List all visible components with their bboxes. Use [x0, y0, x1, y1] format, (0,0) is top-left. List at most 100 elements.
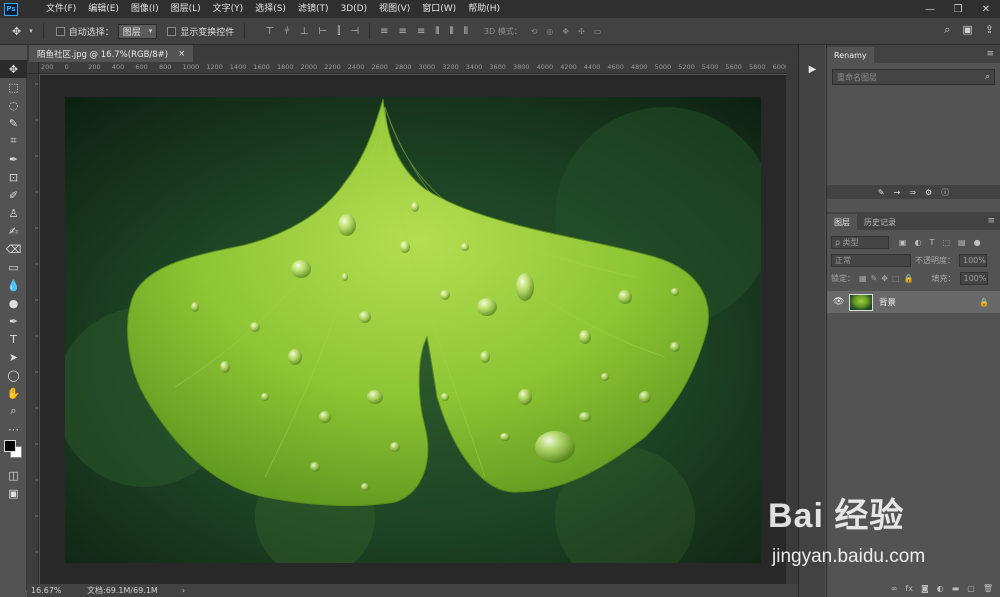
move-tool-icon[interactable]: ✥	[0, 60, 27, 78]
lock-image-icon[interactable]: ✎	[871, 274, 878, 283]
search-icon[interactable]: ⌕	[985, 72, 990, 82]
zoom-level[interactable]: 16.67%	[27, 586, 75, 595]
distribute-bottom-icon[interactable]: ≡	[417, 26, 425, 37]
rename-icon[interactable]: ✎	[878, 188, 885, 197]
panel-menu-icon[interactable]: ≡	[986, 49, 994, 59]
opacity-input[interactable]: 100%	[959, 253, 987, 267]
slide-3d-icon[interactable]: ✣	[578, 27, 585, 36]
gradient-tool-icon[interactable]: ▭	[0, 258, 27, 276]
apply-icon[interactable]: ⇒	[909, 188, 916, 197]
foreground-color-swatch[interactable]	[4, 440, 16, 452]
brush-tool-icon[interactable]: ✐	[0, 186, 27, 204]
menu-help[interactable]: 帮助(H)	[462, 0, 506, 18]
healing-tool-icon[interactable]: ⊡	[0, 168, 27, 186]
type-filter-icon[interactable]: T	[930, 238, 935, 247]
path-select-tool-icon[interactable]: ➤	[0, 348, 27, 366]
hand-tool-icon[interactable]: ✋	[0, 384, 27, 402]
auto-select-checkbox[interactable]	[55, 26, 65, 36]
shape-filter-icon[interactable]: ⬚	[942, 238, 950, 247]
document-tab[interactable]: 陌鱼社区.jpg @ 16.7%(RGB/8#) ×	[29, 45, 194, 62]
orbit-3d-icon[interactable]: ⟲	[531, 27, 538, 36]
menu-edit[interactable]: 编辑(E)	[82, 0, 125, 18]
play-action-icon[interactable]: ▶	[799, 59, 826, 79]
distribute-right-icon[interactable]: ⫴	[464, 26, 468, 37]
tab-layers[interactable]: 图层	[827, 214, 857, 230]
minimize-button[interactable]: —	[916, 0, 944, 18]
menu-view[interactable]: 视图(V)	[373, 0, 416, 18]
lock-position-icon[interactable]: ✥	[881, 274, 888, 283]
new-layer-icon[interactable]: ▢	[967, 584, 975, 593]
menu-file[interactable]: 文件(F)	[26, 0, 82, 18]
smart-filter-icon[interactable]: ▤	[958, 238, 966, 247]
link-layers-icon[interactable]: ∞	[891, 584, 898, 593]
workspace-icon[interactable]: ▣	[962, 23, 972, 37]
lock-artboard-icon[interactable]: ⬚	[892, 274, 900, 283]
distribute-top-icon[interactable]: ≡	[380, 26, 388, 37]
align-bottom-icon[interactable]: ⊥	[300, 26, 309, 37]
menu-layer[interactable]: 图层(L)	[165, 0, 207, 18]
add-mask-icon[interactable]: ◙	[921, 584, 929, 593]
distribute-hcenter-icon[interactable]: ⫴	[450, 26, 454, 37]
fill-input[interactable]: 100%	[959, 271, 988, 285]
dodge-tool-icon[interactable]: ●	[0, 294, 27, 312]
document-canvas-image[interactable]	[65, 97, 761, 563]
align-hcenter-icon[interactable]: ⫿	[337, 26, 340, 37]
menu-select[interactable]: 选择(S)	[249, 0, 292, 18]
screen-mode-icon[interactable]: ▣	[0, 484, 27, 502]
new-group-icon[interactable]: ▬	[952, 584, 960, 593]
filter-kind-select[interactable]: ρ 类型	[831, 235, 889, 249]
menu-3d[interactable]: 3D(D)	[334, 0, 373, 18]
share-icon[interactable]: ⇪	[985, 23, 994, 37]
vertical-scrollbar[interactable]	[786, 62, 798, 584]
pan-3d-icon[interactable]: ✥	[562, 27, 569, 36]
lasso-tool-icon[interactable]: ◌	[0, 96, 27, 114]
tool-preset-chevron-icon[interactable]: ▾	[29, 27, 33, 35]
blur-tool-icon[interactable]: 💧	[0, 276, 27, 294]
align-top-icon[interactable]: ⊤	[265, 26, 274, 37]
eraser-tool-icon[interactable]: ⌫	[0, 240, 27, 258]
align-right-icon[interactable]: ⊣	[350, 26, 359, 37]
history-brush-tool-icon[interactable]: ✍	[0, 222, 27, 240]
align-left-icon[interactable]: ⊢	[318, 26, 327, 37]
eyedropper-tool-icon[interactable]: ✒	[0, 150, 27, 168]
adjustment-layer-icon[interactable]: ◐	[937, 584, 944, 593]
shape-tool-icon[interactable]: ◯	[0, 366, 27, 384]
more-tools-icon[interactable]: ⋯	[0, 420, 27, 438]
auto-select-target-select[interactable]: 图层 ▾	[117, 23, 158, 39]
arrow-right-icon[interactable]: →	[894, 188, 901, 197]
quick-select-tool-icon[interactable]: ✎	[0, 114, 27, 132]
layer-style-icon[interactable]: fx	[905, 584, 913, 593]
close-button[interactable]: ✕	[972, 0, 1000, 18]
menu-window[interactable]: 窗口(W)	[416, 0, 462, 18]
pen-tool-icon[interactable]: ✒	[0, 312, 27, 330]
quick-mask-icon[interactable]: ◫	[0, 466, 27, 484]
marquee-tool-icon[interactable]: ⬚	[0, 78, 27, 96]
renamy-search-input[interactable]: 重命名图层 ⌕	[832, 69, 995, 85]
type-tool-icon[interactable]: T	[0, 330, 27, 348]
lock-all-icon[interactable]: 🔒	[904, 274, 914, 283]
zoom-tool-icon[interactable]: ⌕	[0, 402, 27, 420]
show-transform-checkbox[interactable]	[167, 26, 177, 36]
scale-3d-icon[interactable]: ▭	[594, 27, 602, 36]
eye-icon[interactable]: 👁	[833, 297, 844, 307]
stamp-tool-icon[interactable]: ♙	[0, 204, 27, 222]
roll-3d-icon[interactable]: ◎	[546, 27, 553, 36]
distribute-vcenter-icon[interactable]: ≡	[399, 26, 407, 37]
distribute-left-icon[interactable]: ⫴	[435, 26, 439, 37]
layer-row-background[interactable]: 👁 背景 🔒	[827, 291, 1000, 313]
adjustment-filter-icon[interactable]: ◐	[915, 238, 922, 247]
status-menu-arrow-icon[interactable]: ›	[182, 586, 185, 595]
info-icon[interactable]: ⓘ	[941, 187, 949, 198]
lock-transparent-icon[interactable]: ▦	[859, 274, 867, 283]
settings-icon[interactable]: ⚙	[925, 188, 932, 197]
pixel-filter-icon[interactable]: ▣	[899, 238, 907, 247]
blend-mode-select[interactable]: 正常	[831, 253, 911, 267]
align-vcenter-icon[interactable]: ⫩	[284, 26, 290, 37]
tab-history[interactable]: 历史记录	[857, 214, 903, 230]
crop-tool-icon[interactable]: ⌗	[0, 132, 27, 150]
search-icon[interactable]: ⌕	[944, 23, 950, 37]
menu-type[interactable]: 文字(Y)	[207, 0, 250, 18]
menu-filter[interactable]: 滤镜(T)	[292, 0, 335, 18]
menu-image[interactable]: 图像(I)	[125, 0, 165, 18]
restore-button[interactable]: ❐	[944, 0, 972, 18]
